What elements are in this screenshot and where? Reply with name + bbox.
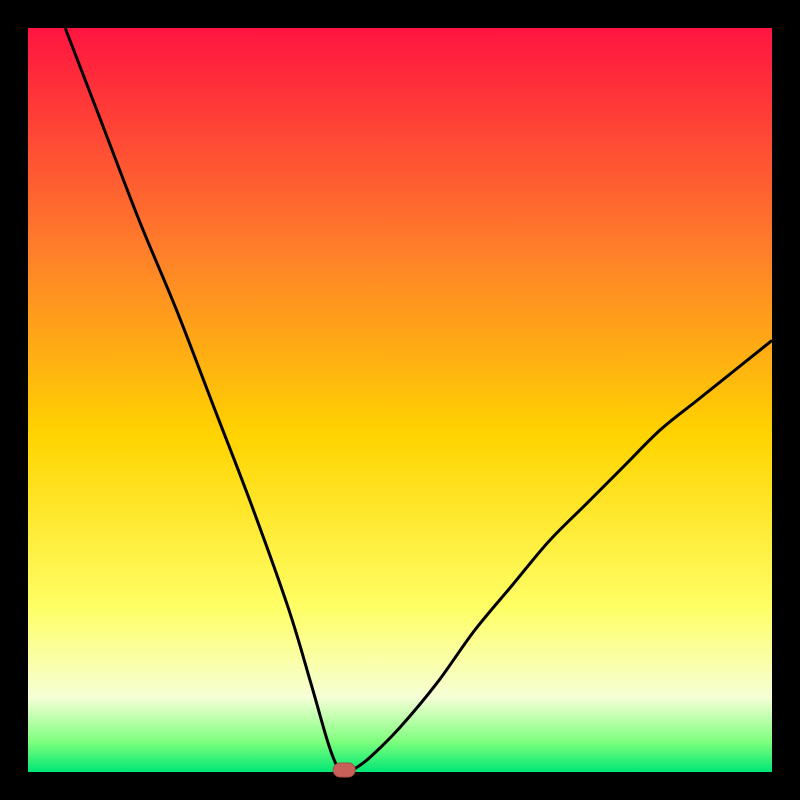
optimal-point-marker — [333, 763, 355, 777]
plot-area — [28, 28, 772, 772]
chart-svg — [0, 0, 800, 800]
chart-frame: TheBottleneck.com — [0, 0, 800, 800]
